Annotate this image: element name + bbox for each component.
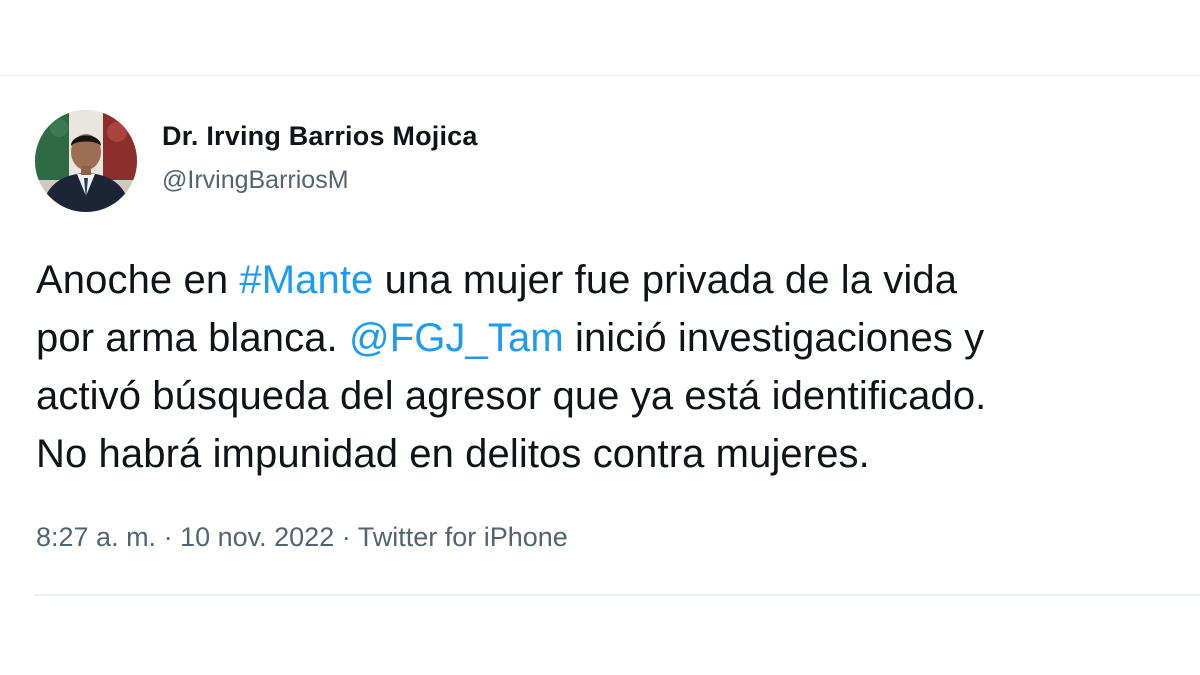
tweet-text-segment: Anoche en [36,258,240,302]
tweet-source[interactable]: Twitter for iPhone [358,522,568,552]
tweet-meta: 8:27 a. m. · 10 nov. 2022 · Twitter for … [36,522,568,553]
bottom-divider [34,594,1200,596]
tweet-text-segment: No habrá impunidad en delitos contra muj… [36,432,870,476]
author-handle[interactable]: @IrvingBarriosM [162,166,349,195]
avatar[interactable] [35,110,137,212]
tweet-text-segment: activó búsqueda del agresor que ya está … [36,374,987,418]
mention-link[interactable]: @FGJ_Tam [349,316,564,360]
tweet-text-segment: por arma blanca. [36,316,349,360]
author-display-name[interactable]: Dr. Irving Barrios Mojica [162,121,478,152]
tweet-text-segment: una mujer fue privada de la vida [373,258,958,302]
top-divider [0,75,1200,76]
tweet-text-line: Anoche en #Mante una mujer fue privada d… [36,251,1186,309]
tweet-time[interactable]: 8:27 a. m. [36,522,156,552]
hashtag-link[interactable]: #Mante [239,258,373,302]
tweet-date[interactable]: 10 nov. 2022 [180,522,334,552]
meta-separator: · [156,522,181,552]
tweet-text-segment: inició investigaciones y [563,316,985,360]
meta-separator: · [334,522,358,552]
tweet-text-line: No habrá impunidad en delitos contra muj… [36,425,1186,483]
tweet-text-line: activó búsqueda del agresor que ya está … [36,367,1186,425]
tweet-text-line: por arma blanca. @FGJ_Tam inició investi… [36,309,1186,367]
profile-photo-icon [35,110,137,212]
tweet-card: Dr. Irving Barrios Mojica @IrvingBarrios… [0,0,1200,675]
tweet-text: Anoche en #Mante una mujer fue privada d… [36,251,1186,483]
